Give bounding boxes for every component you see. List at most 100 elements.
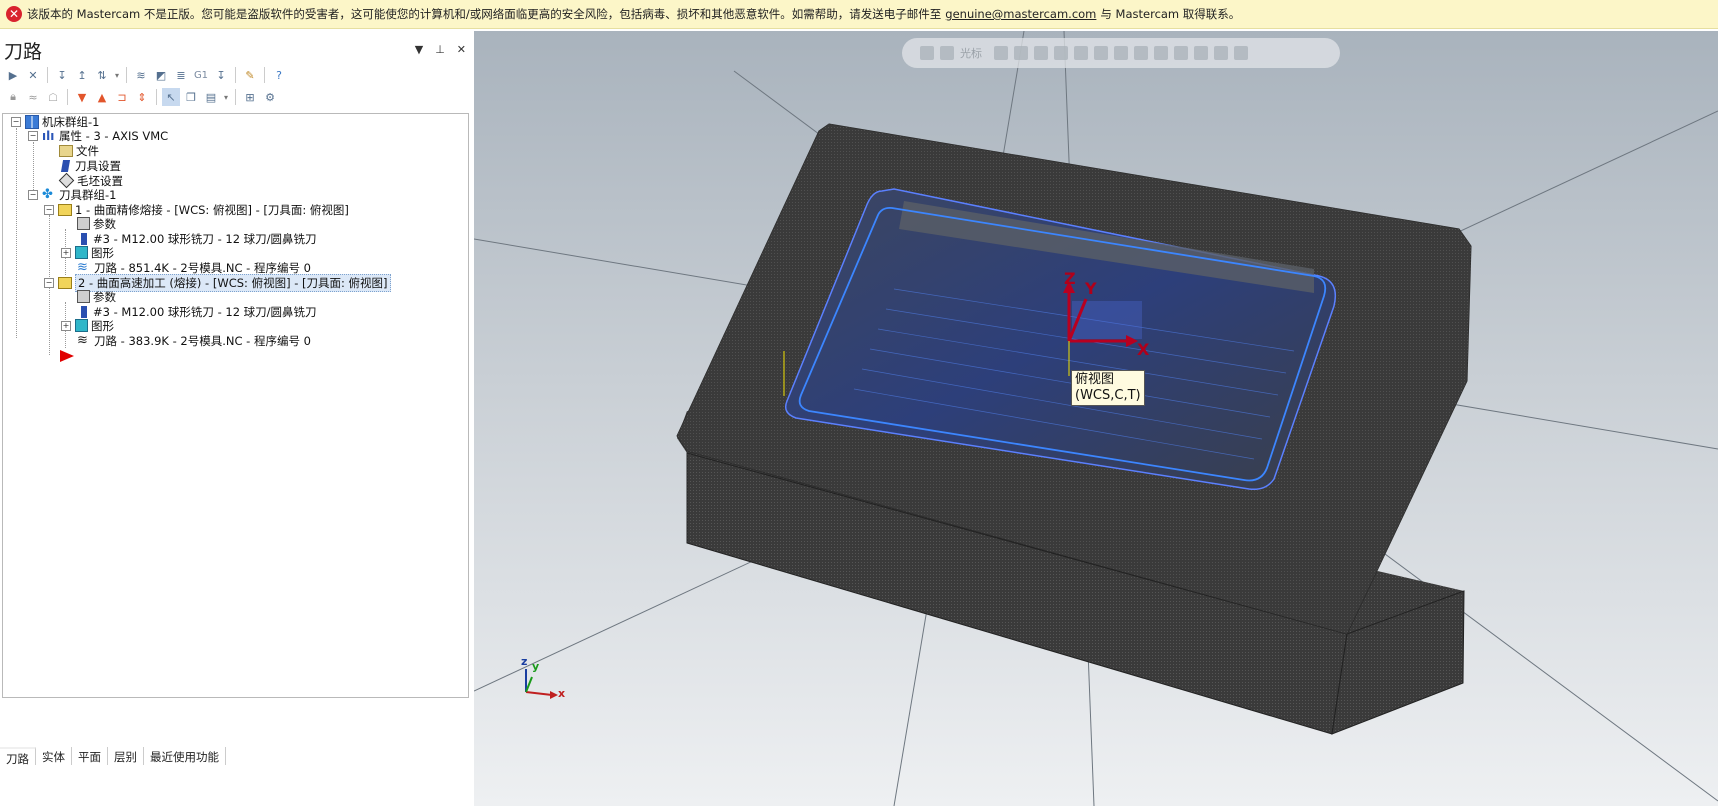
lock-icon[interactable] [920, 46, 934, 60]
parameters-icon [77, 217, 90, 230]
tree-label: 参数 [93, 289, 116, 304]
toolpath-group-icon: ✤ [42, 186, 53, 202]
toolbar-separator [47, 67, 48, 83]
collapse-toggle[interactable]: − [44, 277, 54, 288]
collapse-toggle[interactable]: − [11, 116, 21, 127]
tree-node-properties[interactable]: − ılı 属性 - 3 - AXIS VMC [28, 128, 168, 143]
insert-arrow-marker[interactable] [59, 348, 75, 363]
tree-node-toolpath-group[interactable]: − ✤ 刀具群组-1 [28, 187, 116, 202]
triad-label-y: y [532, 660, 540, 673]
move-down-icon[interactable]: ▼ [73, 88, 91, 106]
axis-label-z: Z [1064, 269, 1076, 288]
tab-toolpaths[interactable]: 刀路 [0, 747, 36, 766]
copy-icon[interactable]: ❐ [182, 88, 200, 106]
rotate-view-icon[interactable] [1214, 46, 1228, 60]
geometry-icon [75, 246, 88, 259]
triad-label-z: z [521, 655, 528, 668]
geometry-icon [75, 319, 88, 332]
insert-arrow-icon[interactable]: ⊐ [113, 88, 131, 106]
expand-toggle[interactable]: + [61, 320, 71, 331]
face-select-icon[interactable] [1094, 46, 1108, 60]
tree-label: 图形 [91, 245, 114, 260]
display-options-icon[interactable]: ▤ [202, 88, 220, 106]
support-email-link[interactable]: genuine@mastercam.com [945, 7, 1096, 21]
view-triad [525, 669, 558, 699]
error-icon: ✕ [6, 6, 22, 22]
tab-solids[interactable]: 实体 [36, 747, 72, 765]
tree-label: 参数 [93, 216, 116, 231]
move-up-icon[interactable]: ▲ [93, 88, 111, 106]
window-select-icon[interactable] [1194, 46, 1208, 60]
panel-pin-button[interactable]: ⊥ [435, 43, 445, 56]
cursor-snap-icon[interactable] [940, 46, 954, 60]
select-cursor-icon[interactable]: ↖ [162, 88, 180, 106]
move-insert-icon[interactable]: ↧ [212, 66, 230, 84]
tree-label: 文件 [76, 143, 99, 158]
toolbar-separator [235, 67, 236, 83]
clear-selection-icon[interactable] [1234, 46, 1248, 60]
regenerate-dirty-icon[interactable]: ↥ [73, 66, 91, 84]
body-select-icon[interactable] [1114, 46, 1128, 60]
select-icon[interactable] [1014, 46, 1028, 60]
tree-node-operation-1[interactable]: − 1 - 曲面精修熔接 - [WCS: 俯视图] - [刀具面: 俯视图] [44, 202, 349, 217]
wireframe-icon[interactable] [1034, 46, 1048, 60]
chevron-down-icon[interactable]: ▾ [113, 66, 121, 84]
post-g1-icon[interactable]: G1 [192, 66, 210, 84]
panel-menu-button[interactable]: ▼ [415, 43, 423, 56]
tab-levels[interactable]: 层别 [108, 747, 144, 765]
tree-node-op1-geometry[interactable]: + 图形 [61, 245, 114, 260]
license-warning-bar: ✕ 该版本的 Mastercam 不是正版。您可能是盗版软件的受害者，这可能使您… [0, 0, 1718, 29]
help-icon[interactable]: ? [270, 66, 288, 84]
lock-icon[interactable]: 🔒︎ [4, 88, 22, 106]
ghost-icon[interactable]: ☖ [44, 88, 62, 106]
cursor-mode-label[interactable]: 光标 [960, 45, 982, 61]
view-plane-tooltip: 俯视图 (WCS,C,T) [1071, 370, 1145, 406]
viewport-quick-toolbar: 光标 [902, 38, 1340, 68]
panel-close-button[interactable]: ✕ [457, 43, 466, 56]
toolbar-separator [235, 89, 236, 105]
verify-icon[interactable]: ◩ [152, 66, 170, 84]
chevron-down-icon[interactable]: ▾ [222, 88, 230, 106]
tree-label: 刀具设置 [75, 158, 121, 173]
tree-label-selected: 2 - 曲面高速加工 (熔接) - [WCS: 俯视图] - [刀具面: 俯视图… [75, 273, 391, 292]
operations-tree[interactable]: − 机床群组-1 − ılı 属性 - 3 - AXIS VMC 文件 刀具设置… [2, 113, 469, 698]
select-all-ops-icon[interactable]: ▶ [4, 66, 22, 84]
tree-label: 刀具群组-1 [59, 187, 117, 202]
verify-select-icon[interactable] [1154, 46, 1168, 60]
collapse-toggle[interactable]: − [44, 204, 54, 215]
tree-label: 属性 - 3 - AXIS VMC [59, 128, 169, 143]
toggle-posting-icon[interactable]: ≈ [24, 88, 42, 106]
color-select-icon[interactable] [1134, 46, 1148, 60]
settings-icon[interactable]: ⚙ [261, 88, 279, 106]
regenerate-icon[interactable]: ↧ [53, 66, 71, 84]
backplot-icon[interactable]: ≋ [132, 66, 150, 84]
deselect-ops-icon[interactable]: ✕ [24, 66, 42, 84]
operation-folder-check-icon [58, 276, 72, 289]
collapse-toggle[interactable]: − [28, 189, 38, 200]
machine-group-icon [25, 114, 39, 129]
graphics-viewport[interactable]: Z Y X z y x 俯视图 (WCS,C,T) 光标 [474, 31, 1718, 806]
solid-select-icon[interactable] [1074, 46, 1088, 60]
tree-node-tool-settings[interactable]: 刀具设置 [59, 158, 121, 173]
tree-label: #3 - M12.00 球形铣刀 - 12 球刀/圆鼻铣刀 [93, 304, 317, 319]
tree-node-op2-geometry[interactable]: + 图形 [61, 318, 114, 333]
tab-recent-functions[interactable]: 最近使用功能 [144, 747, 226, 765]
tree-node-files[interactable]: 文件 [59, 143, 99, 158]
edit-icon[interactable]: ✎ [241, 66, 259, 84]
grid-select-icon[interactable] [1174, 46, 1188, 60]
toggle-display-icon[interactable]: ⇅ [93, 66, 111, 84]
shaded-icon[interactable] [1054, 46, 1068, 60]
tree-node-op2-params[interactable]: 参数 [77, 289, 116, 304]
parameters-icon [77, 290, 90, 303]
tab-planes[interactable]: 平面 [72, 747, 108, 765]
tree-connector [33, 142, 34, 190]
simulate-icon[interactable]: ≣ [172, 66, 190, 84]
collapse-toggle[interactable]: − [28, 130, 38, 141]
expand-collapse-icon[interactable]: ⊞ [241, 88, 259, 106]
tool-settings-icon [60, 159, 71, 172]
expand-toggle[interactable]: + [61, 247, 71, 258]
tree-node-op2-toolpath[interactable]: ≋ 刀路 - 383.9K - 2号模具.NC - 程序编号 0 [77, 333, 311, 348]
autocursor-icon[interactable] [994, 46, 1008, 60]
tree-node-op1-params[interactable]: 参数 [77, 216, 116, 231]
scroll-icon[interactable]: ⇕ [133, 88, 151, 106]
